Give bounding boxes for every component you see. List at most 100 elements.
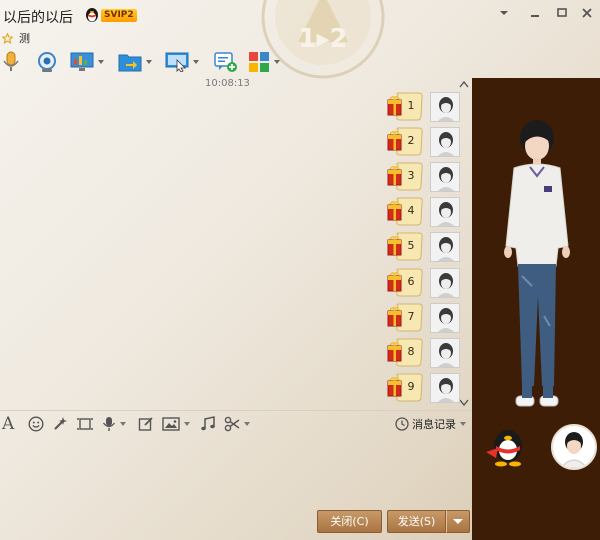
close-button[interactable]: 关闭(C) (317, 510, 382, 533)
screenshot-icon (77, 418, 93, 430)
chevron-down-icon (193, 60, 199, 64)
avatar-portrait-icon (437, 308, 455, 332)
qq-penguin-logo-icon (486, 430, 522, 467)
screenshot-button[interactable] (76, 415, 94, 433)
microphone-icon (3, 51, 19, 71)
sender-avatar[interactable] (430, 268, 460, 298)
image-icon (162, 417, 180, 431)
message-row[interactable]: 3 (386, 162, 462, 192)
chevron-down-icon (274, 60, 280, 64)
sender-avatar[interactable] (430, 127, 460, 157)
message-number: 2 (407, 134, 415, 147)
message-history[interactable]: 10:08:13 1 2 3 4 5 6 7 8 9 (0, 78, 472, 410)
message-row[interactable]: 2 (386, 127, 462, 157)
chevron-down-icon (120, 422, 126, 426)
chevron-down-icon (98, 60, 104, 64)
remote-desktop-button[interactable] (70, 50, 105, 74)
avatar-portrait-icon (437, 237, 455, 261)
history-label: 消息记录 (412, 418, 456, 431)
qq-penguin-icon (86, 8, 98, 22)
chat-add-icon (214, 52, 237, 72)
avatar-portrait-icon (560, 432, 588, 468)
vip-indicator[interactable]: SVIP2 (84, 6, 137, 24)
qq-show-panel (472, 78, 600, 540)
sender-avatar[interactable] (430, 162, 460, 192)
chevron-down-icon (460, 422, 466, 426)
edit-button[interactable] (138, 415, 154, 433)
avatar-portrait-icon (437, 202, 455, 226)
sender-avatar[interactable] (430, 197, 460, 227)
sender-avatar[interactable] (430, 92, 460, 122)
message-row[interactable]: 9 (386, 373, 462, 403)
maximize-icon[interactable] (555, 6, 569, 20)
message-number: 8 (407, 345, 415, 358)
font-button[interactable]: A (2, 414, 15, 434)
font-icon: A (2, 414, 15, 434)
chevron-down-icon (244, 422, 250, 426)
message-row[interactable]: 4 (386, 197, 462, 227)
avatar-portrait-icon (437, 167, 455, 191)
apps-grid-icon (249, 52, 269, 72)
chat-toolbar (0, 50, 300, 76)
sender-avatar[interactable] (430, 373, 460, 403)
shake-button[interactable] (52, 415, 68, 433)
title-bar[interactable]: 以后的以后 SVIP2 测 (0, 0, 600, 50)
video-call-button[interactable] (36, 50, 58, 74)
send-button[interactable]: 发送(S) (387, 510, 446, 533)
close-icon[interactable] (580, 6, 594, 20)
send-file-button[interactable] (118, 50, 153, 74)
folder-send-icon (118, 54, 142, 72)
message-row[interactable]: 6 (386, 268, 462, 298)
sender-avatar[interactable] (430, 338, 460, 368)
apps-button[interactable] (248, 50, 281, 74)
send-options-button[interactable] (446, 510, 470, 533)
minimize-icon[interactable] (528, 6, 542, 20)
monitor-chart-icon (70, 52, 94, 71)
divider (0, 410, 472, 411)
message-history-button[interactable]: 消息记录 (395, 415, 467, 433)
create-group-chat-button[interactable] (214, 50, 238, 74)
avatar-portrait-icon (437, 378, 455, 402)
scroll-up-icon[interactable] (459, 80, 469, 88)
screen-share-button[interactable] (165, 50, 200, 74)
message-number: 9 (407, 380, 415, 393)
chevron-down-icon (453, 519, 463, 524)
chat-window: 1▸2 以后的以后 SVIP2 测 10:08:13 1 2 3 4 5 6 7… (0, 0, 600, 540)
voice-call-button[interactable] (2, 50, 20, 74)
my-avatar[interactable] (551, 424, 597, 470)
sender-avatar[interactable] (430, 232, 460, 262)
star-icon (2, 32, 13, 44)
avatar-portrait-icon (437, 273, 455, 297)
message-row[interactable]: 1 (386, 92, 462, 122)
window-menu-icon[interactable] (497, 6, 511, 20)
screen-share-icon (165, 52, 189, 72)
clock-icon (395, 417, 409, 431)
edit-icon (138, 417, 153, 431)
message-row[interactable]: 5 (386, 232, 462, 262)
voice-message-button[interactable] (102, 415, 127, 433)
message-row[interactable]: 8 (386, 338, 462, 368)
music-note-icon (201, 416, 215, 431)
message-number: 7 (407, 310, 415, 323)
image-button[interactable] (162, 415, 191, 433)
scissors-icon (224, 416, 240, 432)
smiley-icon (28, 416, 44, 432)
emoji-button[interactable] (28, 415, 44, 433)
music-button[interactable] (200, 415, 216, 433)
message-number: 6 (407, 275, 415, 288)
svip-badge: SVIP2 (101, 8, 137, 22)
contact-name[interactable]: 以后的以后 (3, 7, 73, 27)
avatar-portrait-icon (437, 97, 455, 121)
microphone-icon (102, 417, 116, 431)
message-number: 4 (407, 204, 415, 217)
message-timestamp: 10:08:13 (205, 78, 250, 89)
chevron-down-icon (184, 422, 190, 426)
qq-show-avatar-figure[interactable] (492, 116, 582, 472)
avatar-portrait-icon (437, 132, 455, 156)
message-row[interactable]: 7 (386, 303, 462, 333)
message-number: 5 (407, 239, 415, 252)
signature-text: 测 (19, 32, 30, 45)
sender-avatar[interactable] (430, 303, 460, 333)
scissors-button[interactable] (224, 415, 251, 433)
avatar-portrait-icon (437, 343, 455, 367)
